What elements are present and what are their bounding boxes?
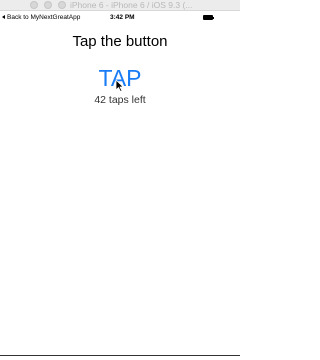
minimize-window-button[interactable] xyxy=(44,1,52,9)
mouse-pointer-icon xyxy=(115,79,124,92)
status-time: 3:42 PM xyxy=(110,14,135,21)
page-title: Tap the button xyxy=(72,33,168,50)
zoom-window-button[interactable] xyxy=(58,1,66,9)
window-titlebar: iPhone 6 - iPhone 6 / iOS 9.3 (... xyxy=(0,0,240,11)
ios-status-bar: Back to MyNextGreatApp 3:42 PM xyxy=(0,12,240,23)
window-title: iPhone 6 - iPhone 6 / iOS 9.3 (... xyxy=(70,0,193,10)
battery-icon xyxy=(203,15,213,20)
back-arrow-icon xyxy=(2,15,5,19)
battery-tip xyxy=(213,16,214,19)
taps-left-counter: 42 taps left xyxy=(94,94,146,106)
back-to-app-label: Back to MyNextGreatApp xyxy=(7,14,81,21)
close-window-button[interactable] xyxy=(30,1,38,9)
simulator-window: iPhone 6 - iPhone 6 / iOS 9.3 (... Back … xyxy=(0,0,240,360)
bottom-divider xyxy=(0,355,240,356)
